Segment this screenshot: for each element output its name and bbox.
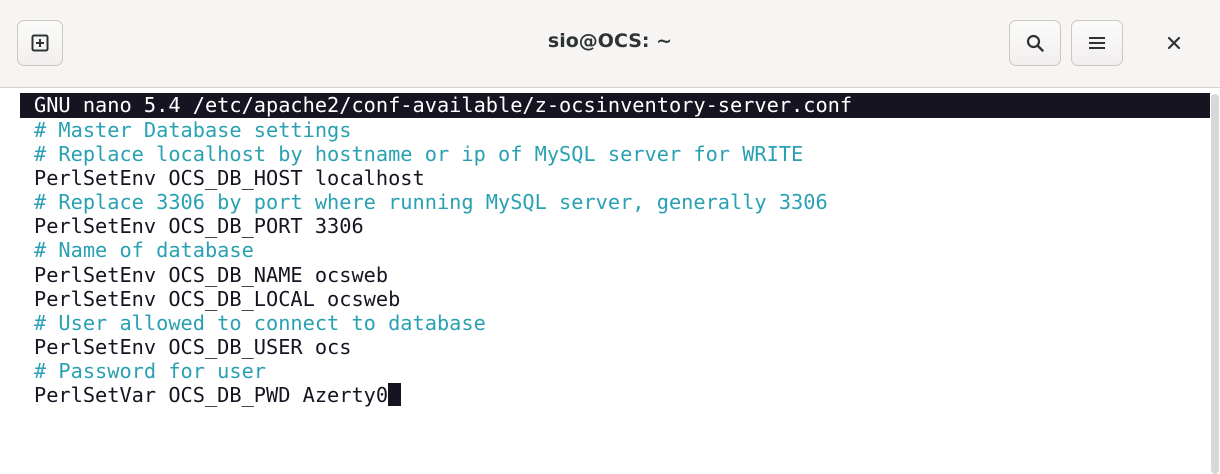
config-line: PerlSetEnv OCS_DB_NAME ocsweb xyxy=(34,262,389,287)
close-icon xyxy=(1167,36,1181,50)
search-icon xyxy=(1026,34,1044,52)
comment-line: # Master Database settings xyxy=(34,118,352,142)
search-button[interactable] xyxy=(1009,20,1061,66)
config-line: PerlSetEnv OCS_DB_PORT 3306 xyxy=(34,214,364,239)
comment-line: # Replace 3306 by port where running MyS… xyxy=(34,190,828,215)
editor-buffer[interactable]: # Master Database settings # Replace loca… xyxy=(34,118,828,407)
comment-line: # Replace localhost by hostname or ip of… xyxy=(34,142,804,167)
hamburger-menu-icon xyxy=(1089,37,1105,49)
config-line: PerlSetEnv OCS_DB_USER ocs xyxy=(34,334,352,359)
new-tab-icon xyxy=(31,34,49,52)
comment-line: # Name of database xyxy=(34,238,254,263)
menu-button[interactable] xyxy=(1071,20,1123,66)
text-cursor xyxy=(388,383,402,407)
terminal-window: sio@OCS: ~ GNU nano 5.4 /etc/apache2/con… xyxy=(0,0,1220,474)
config-line: PerlSetVar OCS_DB_PWD Azerty0 xyxy=(34,383,828,407)
comment-line: # Password for user xyxy=(34,358,266,383)
scrollbar[interactable] xyxy=(1211,94,1219,474)
header-bar: sio@OCS: ~ xyxy=(0,0,1220,88)
new-tab-button[interactable] xyxy=(17,20,63,66)
comment-line: # User allowed to connect to database xyxy=(34,310,486,335)
nano-title-bar: GNU nano 5.4 /etc/apache2/conf-available… xyxy=(20,93,1210,118)
terminal-view[interactable]: GNU nano 5.4 /etc/apache2/conf-available… xyxy=(0,88,1220,474)
config-line: PerlSetEnv OCS_DB_HOST localhost xyxy=(34,166,425,191)
close-button[interactable] xyxy=(1148,20,1200,66)
config-line: PerlSetEnv OCS_DB_LOCAL ocsweb xyxy=(34,286,401,311)
